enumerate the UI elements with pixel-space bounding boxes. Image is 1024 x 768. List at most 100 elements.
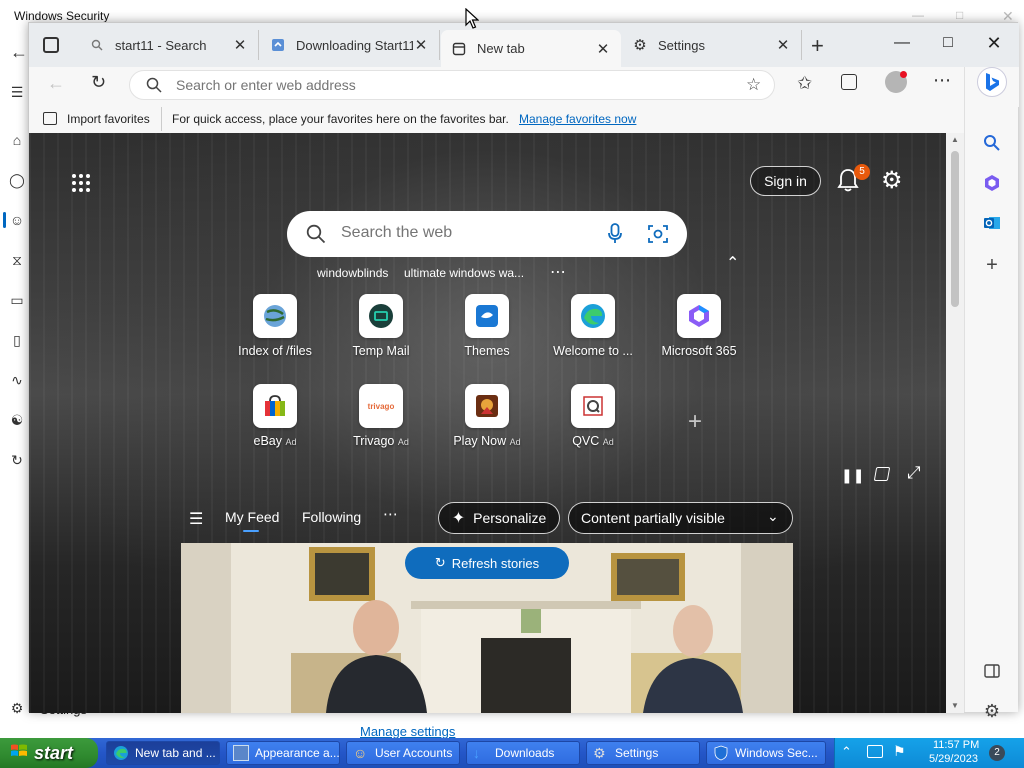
show-hidden-icons-chevron[interactable]: ⌃: [841, 744, 852, 760]
mouse-cursor-icon: [465, 7, 480, 33]
image-info-icon[interactable]: [873, 467, 891, 481]
clock-time[interactable]: 11:57 PM: [933, 739, 979, 751]
tab-actions-icon[interactable]: [43, 37, 59, 53]
maximize-icon[interactable]: □: [925, 23, 971, 63]
shortcut-themes[interactable]: Themes: [442, 294, 532, 358]
sidebar-microsoft-365-icon[interactable]: [982, 173, 1002, 193]
sidebar-search-icon[interactable]: [982, 133, 1002, 153]
taskbar-item-edge[interactable]: New tab and ...: [106, 741, 220, 765]
bing-copilot-icon[interactable]: [977, 67, 1007, 97]
close-tab-icon[interactable]: ✕: [595, 40, 611, 58]
taskbar-item-downloads[interactable]: ↓ Downloads: [466, 741, 580, 765]
scroll-down-arrow-icon[interactable]: ▼: [951, 701, 959, 710]
new-tab-plus-icon[interactable]: +: [811, 33, 824, 59]
tab-following[interactable]: Following: [302, 509, 361, 525]
microphone-icon[interactable]: [607, 223, 623, 248]
sidebar-add-icon[interactable]: +: [982, 254, 1002, 276]
close-tab-icon[interactable]: ✕: [775, 36, 791, 54]
start-button[interactable]: start: [0, 738, 98, 768]
favorites-icon[interactable]: ✩: [797, 73, 812, 94]
web-search-box[interactable]: [287, 211, 687, 257]
close-window-icon[interactable]: ✕: [971, 23, 1017, 63]
manage-settings-link[interactable]: Manage settings: [360, 724, 455, 739]
back-icon[interactable]: ←: [47, 73, 65, 94]
collections-icon[interactable]: [841, 74, 857, 90]
content-visibility-dropdown[interactable]: Content partially visible ⌄: [568, 502, 793, 534]
tab-my-feed[interactable]: My Feed: [225, 509, 279, 525]
apps-launcher-icon[interactable]: [71, 173, 91, 196]
taskbar-item-windows-security[interactable]: Windows Sec...: [706, 741, 826, 765]
hamburger-icon[interactable]: ☰: [9, 84, 25, 100]
device-health-icon[interactable]: ∿: [9, 372, 25, 388]
more-searches-icon[interactable]: ⋯: [550, 262, 566, 282]
tab-settings[interactable]: ⚙ Settings ✕: [622, 30, 802, 60]
sidebar-outlook-icon[interactable]: [982, 213, 1002, 233]
expand-icon[interactable]: ⤢: [907, 463, 921, 483]
tab-downloading-start11[interactable]: Downloading Start11 ✕: [260, 30, 440, 60]
address-input[interactable]: [176, 77, 696, 93]
refresh-icon[interactable]: ↻: [91, 72, 106, 93]
favorites-bar: Import favorites For quick access, place…: [29, 107, 964, 133]
recent-search-chip[interactable]: ultimate windows wa...: [404, 266, 524, 280]
tab-start11-search[interactable]: start11 - Search ✕: [79, 30, 259, 60]
settings-gear-icon[interactable]: ⚙: [9, 700, 25, 716]
maximize-icon[interactable]: □: [956, 8, 963, 22]
device-security-icon[interactable]: ▯: [9, 332, 25, 348]
search-icon: [146, 77, 162, 96]
personalize-button[interactable]: ✦ Personalize: [438, 502, 560, 534]
tab-new-tab[interactable]: New tab ✕: [441, 30, 621, 67]
page-scrollbar[interactable]: ▲ ▼: [946, 133, 964, 713]
pause-icon[interactable]: ❚❚: [841, 467, 864, 484]
address-bar[interactable]: ☆: [129, 70, 775, 100]
shortcut-qvc[interactable]: QVC Ad: [548, 384, 638, 448]
minimize-icon[interactable]: —: [879, 23, 925, 63]
sign-in-button[interactable]: Sign in: [750, 166, 821, 196]
taskbar-item-user-accounts[interactable]: ☺ User Accounts: [346, 741, 460, 765]
sidebar-settings-icon[interactable]: ⚙: [982, 701, 1002, 721]
shortcut-trivago[interactable]: trivago Trivago Ad: [336, 384, 426, 448]
network-icon[interactable]: ⧖: [9, 252, 25, 268]
more-menu-icon[interactable]: ⋯: [933, 70, 952, 91]
shortcut-play-now[interactable]: Play Now Ad: [442, 384, 532, 448]
collapse-chevron-up-icon[interactable]: ⌃: [726, 253, 739, 273]
shortcut-welcome[interactable]: Welcome to ...: [548, 294, 638, 358]
taskbar-item-appearance[interactable]: Appearance a...: [226, 741, 340, 765]
web-search-input[interactable]: [341, 224, 591, 242]
profile-avatar[interactable]: [885, 71, 907, 93]
feed-menu-icon[interactable]: ☰: [189, 509, 203, 529]
shortcut-ebay[interactable]: eBay Ad: [230, 384, 320, 448]
taskbar-item-settings[interactable]: ⚙ Settings: [586, 741, 700, 765]
family-icon[interactable]: ☯: [9, 412, 25, 428]
import-favorites-button[interactable]: Import favorites: [67, 112, 150, 126]
shield-icon[interactable]: ◯: [9, 172, 25, 188]
app-browser-icon[interactable]: ▭: [9, 292, 25, 308]
add-shortcut-plus-icon[interactable]: +: [688, 408, 702, 436]
back-arrow-icon[interactable]: ←: [10, 43, 28, 61]
feed-more-icon[interactable]: ⋯: [383, 505, 398, 523]
account-icon[interactable]: ☺: [9, 212, 25, 228]
notifications-bell-icon[interactable]: 5: [837, 164, 870, 195]
minimize-icon[interactable]: —: [912, 8, 924, 22]
volume-icon[interactable]: ⚑: [893, 743, 906, 760]
refresh-stories-button[interactable]: ↻ Refresh stories: [405, 547, 569, 579]
visual-search-icon[interactable]: [648, 224, 668, 247]
network-icon[interactable]: [867, 745, 883, 758]
recent-search-chip[interactable]: windowblinds: [317, 266, 388, 280]
shortcut-index-of-files[interactable]: Index of /files: [230, 294, 320, 358]
content-visibility-label: Content partially visible: [581, 510, 725, 526]
add-favorite-icon[interactable]: ☆: [746, 75, 761, 95]
shortcut-temp-mail[interactable]: Temp Mail: [336, 294, 426, 358]
shortcut-microsoft-365[interactable]: Microsoft 365: [654, 294, 744, 358]
split-screen-icon[interactable]: [982, 661, 1002, 681]
home-icon[interactable]: ⌂: [9, 132, 25, 148]
close-tab-icon[interactable]: ✕: [413, 36, 429, 54]
close-tab-icon[interactable]: ✕: [232, 36, 248, 54]
scroll-up-arrow-icon[interactable]: ▲: [951, 135, 959, 144]
notification-badge[interactable]: 2: [989, 745, 1005, 761]
globe-icon: [253, 294, 297, 338]
page-settings-gear-icon[interactable]: ⚙: [881, 166, 903, 195]
history-icon[interactable]: ↻: [9, 452, 25, 468]
manage-favorites-link[interactable]: Manage favorites now: [519, 112, 636, 126]
clock-date[interactable]: 5/29/2023: [929, 753, 978, 765]
scrollbar-thumb[interactable]: [951, 151, 959, 307]
